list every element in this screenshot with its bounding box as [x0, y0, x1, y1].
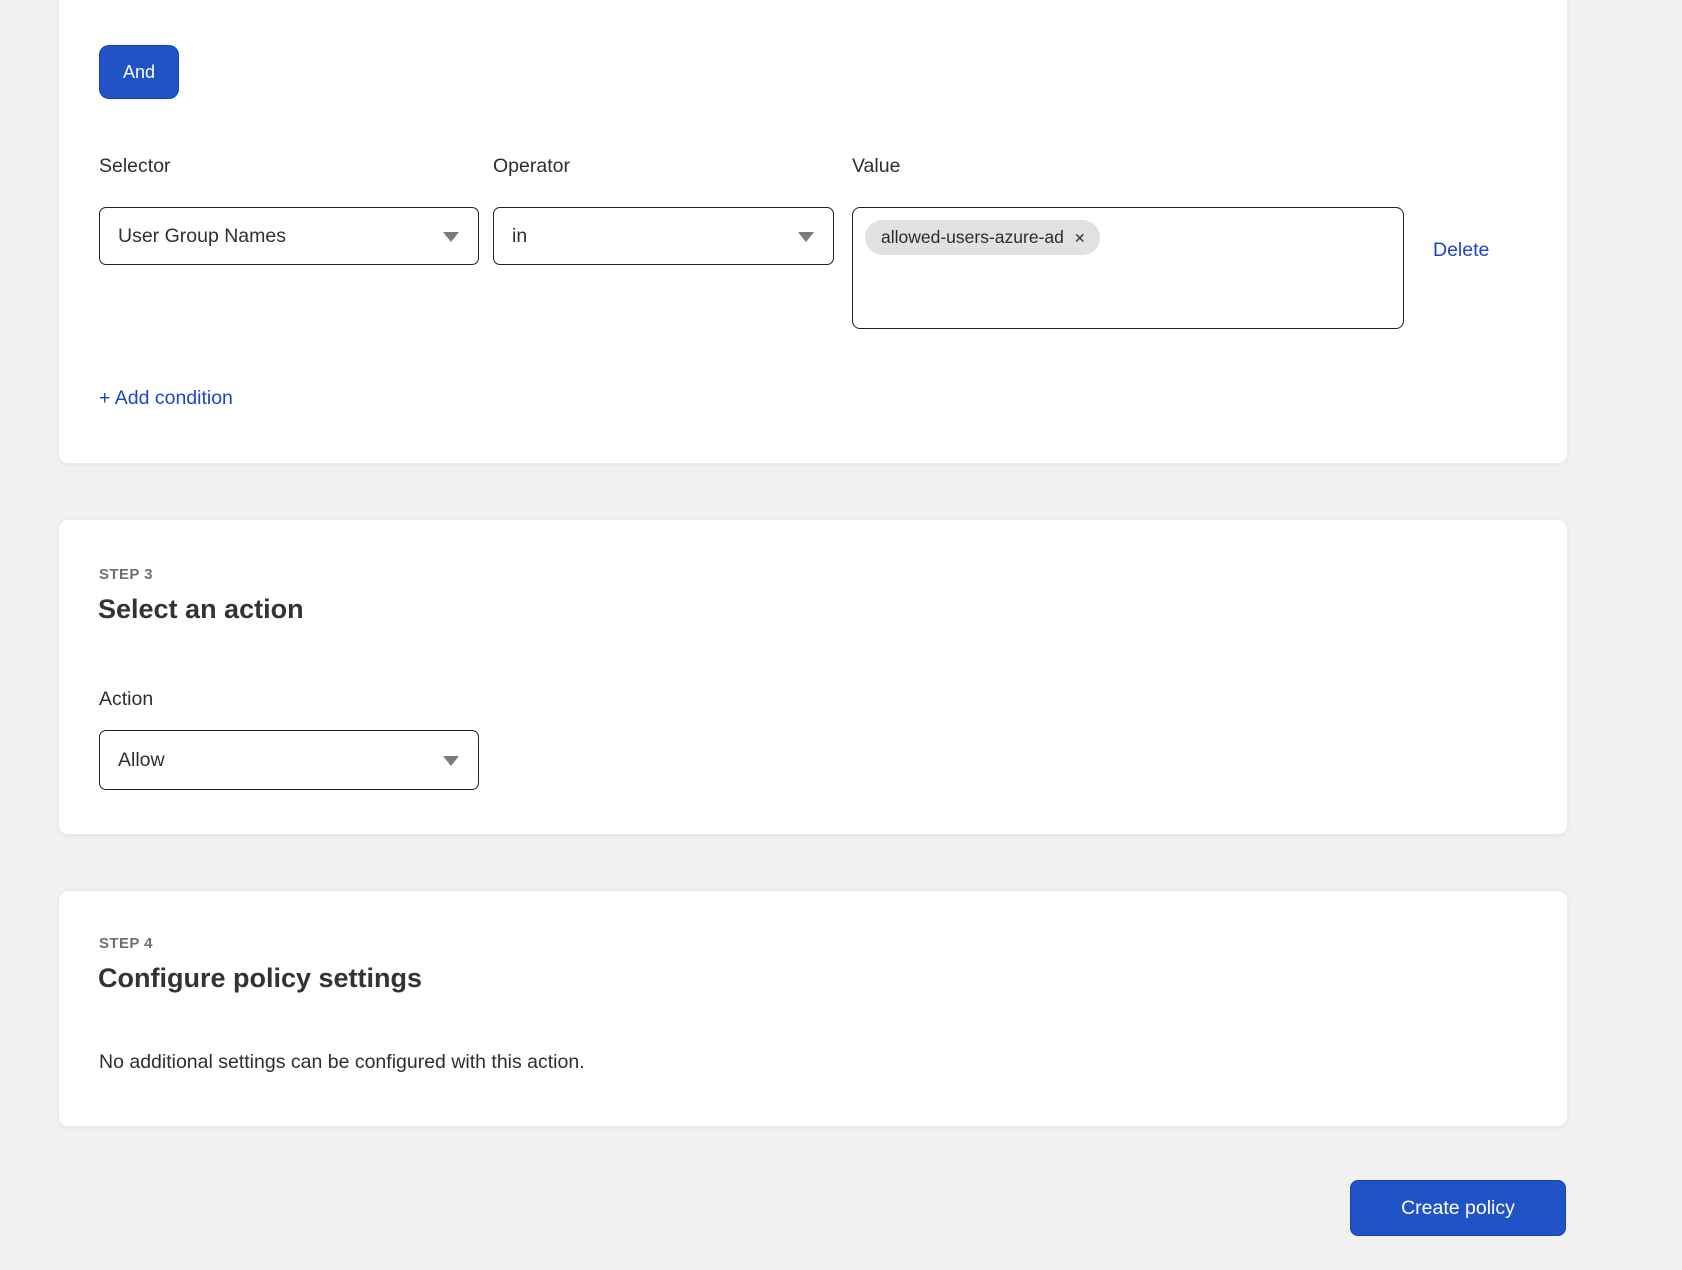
- step3-card: STEP 3 Select an action Action Allow: [58, 519, 1568, 835]
- step3-title: Select an action: [98, 594, 304, 625]
- value-tag-input[interactable]: allowed-users-azure-ad ✕: [852, 207, 1404, 329]
- policy-builder-page: { "colors": { "accent_blue": "#2053c5", …: [0, 0, 1682, 1270]
- step4-title: Configure policy settings: [98, 963, 422, 994]
- value-tag-text: allowed-users-azure-ad: [881, 227, 1064, 248]
- selector-label: Selector: [99, 155, 171, 178]
- step4-description: No additional settings can be configured…: [99, 1051, 585, 1074]
- chevron-down-icon: [443, 232, 459, 242]
- step4-card: STEP 4 Configure policy settings No addi…: [58, 890, 1568, 1127]
- operator-dropdown-value: in: [512, 225, 527, 248]
- selector-dropdown[interactable]: User Group Names: [99, 207, 479, 265]
- and-button[interactable]: And: [99, 45, 179, 99]
- condition-builder-card: And Selector Operator Value User Group N…: [58, 0, 1568, 464]
- operator-dropdown[interactable]: in: [493, 207, 834, 265]
- delete-condition-link[interactable]: Delete: [1433, 239, 1489, 262]
- action-dropdown-value: Allow: [118, 749, 165, 772]
- value-tag: allowed-users-azure-ad ✕: [865, 220, 1100, 255]
- step3-label: STEP 3: [99, 566, 153, 583]
- remove-tag-icon[interactable]: ✕: [1074, 231, 1086, 245]
- action-label: Action: [99, 688, 153, 711]
- action-dropdown[interactable]: Allow: [99, 730, 479, 790]
- add-condition-link[interactable]: + Add condition: [99, 387, 233, 410]
- chevron-down-icon: [798, 232, 814, 242]
- create-policy-button[interactable]: Create policy: [1350, 1180, 1566, 1236]
- value-label: Value: [852, 155, 900, 178]
- chevron-down-icon: [443, 756, 459, 766]
- selector-dropdown-value: User Group Names: [118, 225, 286, 248]
- operator-label: Operator: [493, 155, 570, 178]
- step4-label: STEP 4: [99, 935, 153, 952]
